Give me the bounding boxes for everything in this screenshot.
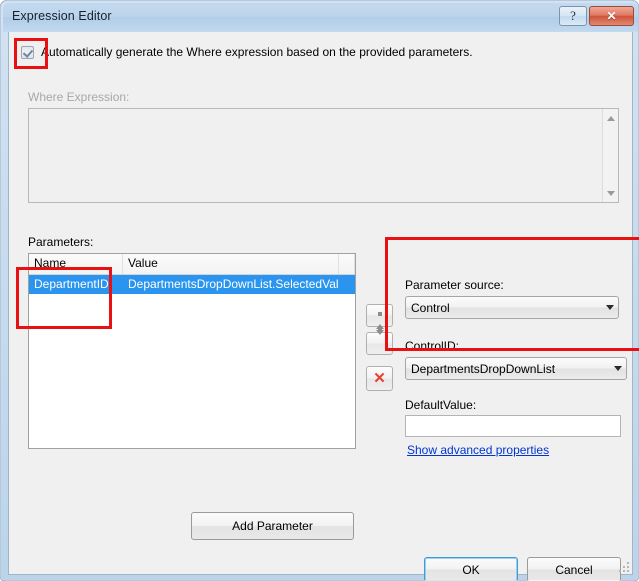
control-id-label: ControlID: — [405, 339, 460, 353]
where-expression-input[interactable] — [28, 108, 619, 203]
title-bar: Expression Editor ? ✕ — [3, 3, 638, 32]
move-parameter-up-button[interactable] — [366, 304, 393, 329]
dialog-client-area: Automatically generate the Where express… — [8, 32, 633, 581]
chevron-down-icon[interactable] — [601, 305, 618, 310]
arrow-down-icon — [375, 329, 384, 353]
delete-parameter-button[interactable]: ✕ — [366, 366, 393, 391]
show-advanced-properties-link[interactable]: Show advanced properties — [407, 443, 549, 457]
delete-x-icon: ✕ — [373, 370, 386, 387]
arrow-up-icon — [375, 306, 384, 329]
default-value-label: DefaultValue: — [405, 398, 477, 412]
checkbox-icon[interactable] — [21, 45, 34, 59]
scroll-down-icon[interactable] — [603, 185, 619, 201]
window-title: Expression Editor — [12, 9, 112, 23]
where-expression-scrollbar[interactable] — [602, 109, 618, 202]
scroll-up-icon[interactable] — [603, 110, 619, 126]
auto-generate-checkbox[interactable]: Automatically generate the Where express… — [21, 45, 473, 59]
dialog-window: Expression Editor ? ✕ Automatically gene… — [0, 0, 639, 581]
resize-grip-icon[interactable] — [615, 558, 629, 572]
column-header-name[interactable]: Name — [29, 254, 123, 274]
grid-header-row: Name Value — [29, 254, 355, 275]
screenshot-root: Expression Editor ? ✕ Automatically gene… — [0, 0, 639, 581]
auto-generate-label: Automatically generate the Where express… — [41, 45, 473, 59]
cell-parameter-name[interactable]: DepartmentID — [29, 275, 123, 294]
chevron-down-icon[interactable] — [609, 366, 626, 371]
help-icon[interactable]: ? — [559, 6, 587, 26]
add-parameter-button[interactable]: Add Parameter — [191, 512, 354, 540]
parameter-source-value: Control — [411, 300, 450, 315]
column-header-value[interactable]: Value — [123, 254, 339, 274]
control-id-value: DepartmentsDropDownList — [411, 361, 556, 376]
parameter-source-select[interactable]: Control — [405, 296, 619, 319]
move-parameter-down-button[interactable] — [366, 329, 393, 355]
control-id-select[interactable]: DepartmentsDropDownList — [405, 357, 627, 380]
ok-button[interactable]: OK — [424, 557, 518, 581]
where-expression-label: Where Expression: — [28, 90, 130, 104]
caption-button-group: ? ✕ — [559, 6, 634, 26]
parameters-label: Parameters: — [28, 235, 94, 249]
table-row[interactable]: DepartmentID DepartmentsDropDownList.Sel… — [29, 275, 355, 294]
cell-parameter-value[interactable]: DepartmentsDropDownList.SelectedValue — [123, 275, 339, 294]
default-value-input[interactable] — [405, 415, 621, 437]
column-header-filler — [339, 254, 355, 274]
close-icon[interactable]: ✕ — [589, 6, 634, 26]
parameter-source-label: Parameter source: — [405, 278, 504, 292]
parameters-grid[interactable]: Name Value DepartmentID DepartmentsDropD… — [28, 253, 356, 449]
cancel-button[interactable]: Cancel — [527, 557, 621, 581]
